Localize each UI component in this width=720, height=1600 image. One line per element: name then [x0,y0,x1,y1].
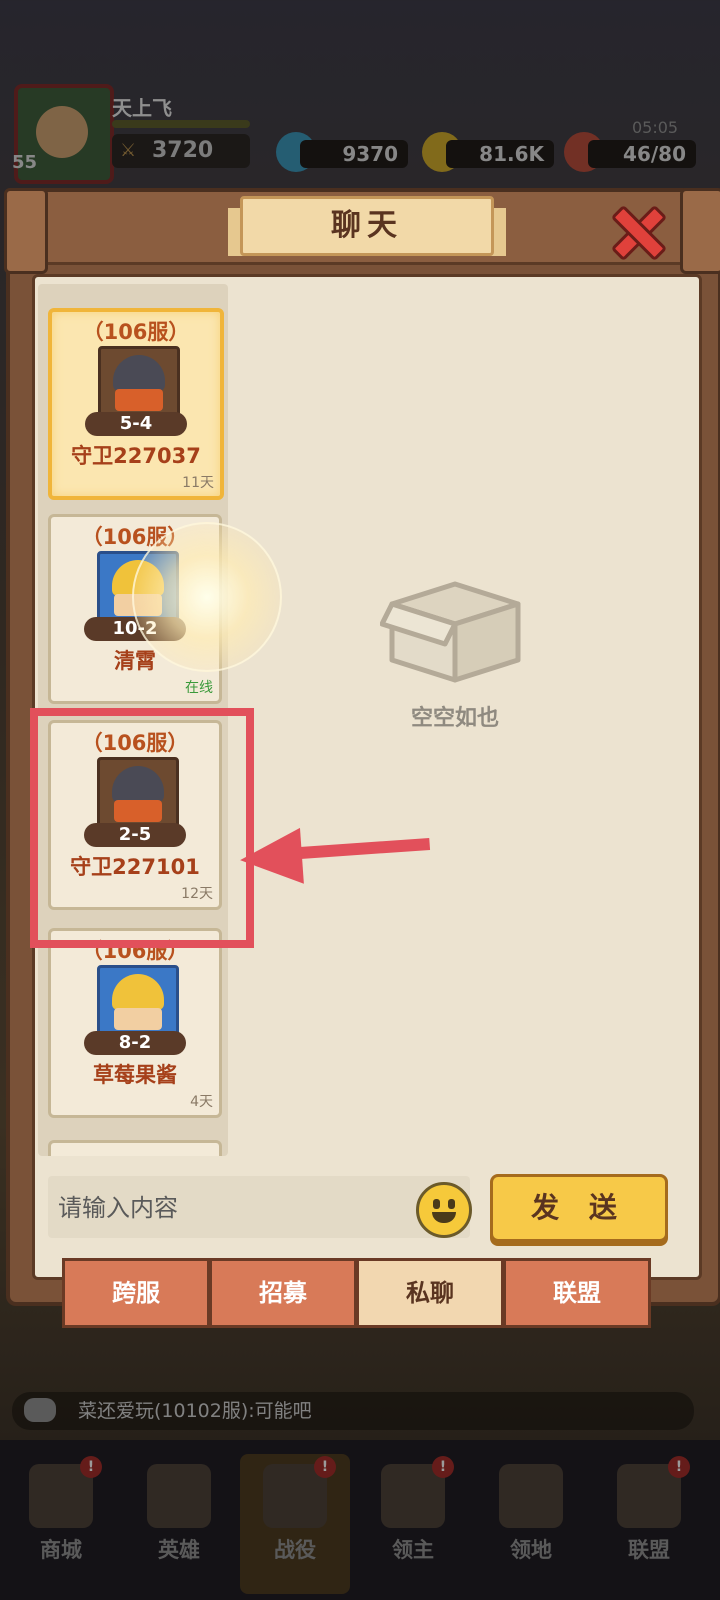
empty-state-text: 空空如也 [410,706,499,731]
highlight-box [30,708,254,948]
panel-post-left [4,188,48,274]
contact-card-partial[interactable] [48,1140,222,1156]
message-input[interactable] [48,1176,420,1240]
emoji-eye [448,1199,455,1209]
arrow-head-icon [238,827,304,889]
emoji-icon [433,1199,440,1209]
empty-box-icon [380,581,521,683]
tap-glow-effect [132,522,282,672]
title-banner: 聊天 [240,196,494,256]
tab-alliance[interactable]: 联盟 [503,1258,651,1328]
panel-post-right [680,188,720,274]
contact-card[interactable]: （106服） 8-2 草莓果酱 4天 [48,928,222,1118]
mask-shape [115,389,163,411]
contact-server: （106服） [82,320,190,344]
contact-stage: 8-2 [84,1031,186,1055]
contact-last-seen: 4天 [190,1094,213,1110]
contact-last-seen: 11天 [182,475,214,491]
close-button[interactable] [608,204,668,262]
tab-cross-server[interactable]: 跨服 [62,1258,210,1328]
emoji-button[interactable] [416,1182,472,1238]
message-input-container [48,1176,472,1240]
tab-recruit[interactable]: 招募 [209,1258,357,1328]
tab-private-chat[interactable]: 私聊 [356,1258,504,1328]
contact-stage: 5-4 [85,412,187,436]
contact-name: 守卫227037 [71,444,201,468]
contact-online-status: 在线 [185,680,213,696]
face-shape [114,1008,162,1030]
helmet-shape [113,355,165,391]
send-button[interactable]: 发 送 [490,1174,668,1242]
helmet-shape [112,974,164,1010]
emoji-mouth [432,1212,456,1223]
contact-card[interactable]: （106服） 5-4 守卫227037 11天 [48,308,224,500]
panel-title: 聊天 [331,208,403,243]
contact-name: 草莓果酱 [93,1063,177,1087]
